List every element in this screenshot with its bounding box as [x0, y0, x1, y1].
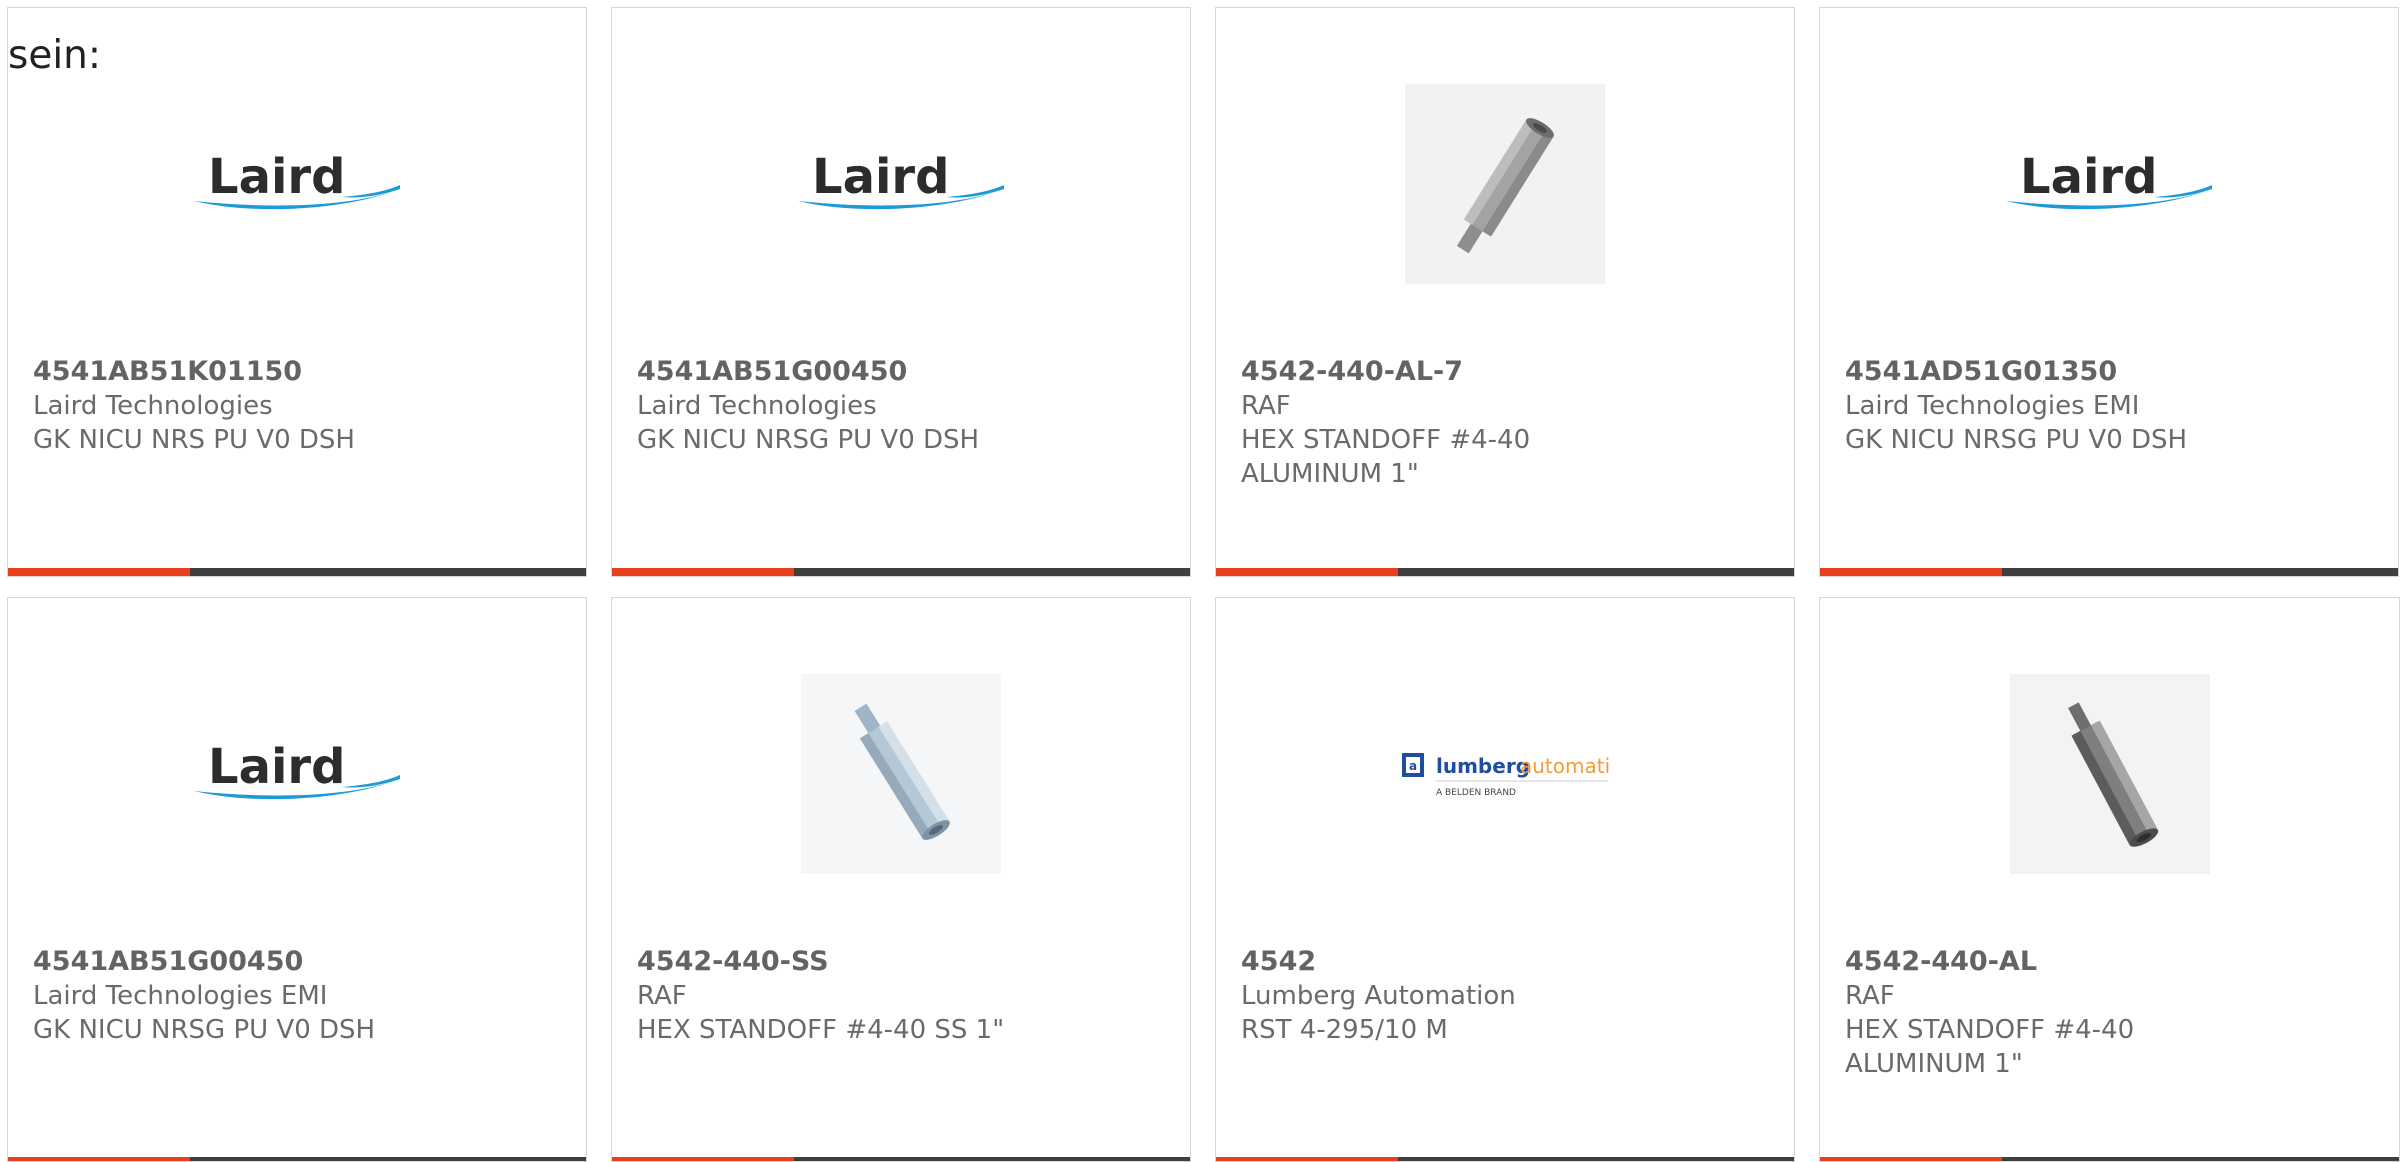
description: HEX STANDOFF #4-40 — [1241, 425, 1531, 455]
product-card[interactable]: 4542-440-AL-7 RAF HEX STANDOFF #4-40 ALU… — [1215, 7, 1795, 577]
standoff-photo — [801, 674, 1001, 874]
laird-wordmark: Laird — [812, 149, 950, 205]
part-number: 4541AB51G00450 — [637, 356, 908, 387]
card-bar — [612, 568, 1190, 576]
laird-logo: Laird — [192, 739, 402, 809]
intro-text: sein: — [8, 33, 102, 78]
lumberg-word-a: lumberg — [1436, 754, 1530, 778]
product-card[interactable]: a lumberg automation A BELDEN BRAND 4542… — [1215, 597, 1795, 1162]
svg-text:a: a — [1409, 759, 1417, 773]
manufacturer: Laird Technologies EMI — [1845, 391, 2140, 421]
description: GK NICU NRSG PU V0 DSH — [1845, 425, 2188, 455]
card-bar — [8, 1157, 586, 1161]
product-image: Laird — [8, 672, 586, 876]
description: HEX STANDOFF #4-40 SS 1" — [637, 1015, 1005, 1045]
product-image: Laird — [612, 82, 1190, 286]
product-grid: Laird 4541AB51K01150 Laird Technologies … — [0, 0, 2400, 1162]
product-image: Laird — [1820, 82, 2398, 286]
lumberg-word-b: automation — [1520, 754, 1610, 778]
part-number: 4542-440-SS — [637, 946, 829, 977]
card-bar — [612, 1157, 1190, 1161]
lumberg-logo: a lumberg automation A BELDEN BRAND — [1400, 739, 1635, 809]
product-card[interactable]: Laird 4541AB51K01150 Laird Technologies … — [7, 7, 587, 577]
description: RST 4-295/10 M — [1241, 1015, 1448, 1045]
part-number: 4542-440-AL — [1845, 946, 2038, 977]
description-line-2: ALUMINUM 1" — [1241, 459, 1419, 489]
product-card[interactable]: Laird 4541AB51G00450 Laird Technologies … — [611, 7, 1191, 577]
description: GK NICU NRSG PU V0 DSH — [33, 1015, 376, 1045]
part-number: 4541AD51G01350 — [1845, 356, 2118, 387]
part-number: 4542-440-AL-7 — [1241, 356, 1464, 387]
card-bar — [1820, 1157, 2399, 1161]
part-number: 4542 — [1241, 946, 1317, 977]
product-image — [612, 672, 1190, 876]
product-card[interactable]: 4542-440-AL RAF HEX STANDOFF #4-40 ALUMI… — [1819, 597, 2400, 1162]
product-image — [1820, 672, 2399, 876]
card-bar — [1820, 568, 2398, 576]
product-card[interactable]: Laird 4541AB51G00450 Laird Technologies … — [7, 597, 587, 1162]
product-card[interactable]: Laird 4541AD51G01350 Laird Technologies … — [1819, 7, 2399, 577]
laird-wordmark: Laird — [208, 149, 346, 205]
card-bar — [8, 568, 586, 576]
manufacturer: Lumberg Automation — [1241, 981, 1516, 1011]
manufacturer: Laird Technologies — [33, 391, 273, 421]
description: GK NICU NRS PU V0 DSH — [33, 425, 355, 455]
laird-logo: Laird — [192, 149, 402, 219]
laird-wordmark: Laird — [208, 739, 346, 795]
laird-wordmark: Laird — [2020, 149, 2158, 205]
standoff-photo — [1405, 84, 1605, 284]
manufacturer: Laird Technologies EMI — [33, 981, 328, 1011]
lumberg-tagline: A BELDEN BRAND — [1436, 788, 1516, 798]
description: HEX STANDOFF #4-40 — [1845, 1015, 2135, 1045]
product-image: Laird — [8, 82, 586, 286]
laird-logo: Laird — [2004, 149, 2214, 219]
description-line-2: ALUMINUM 1" — [1845, 1049, 2023, 1079]
part-number: 4541AB51G00450 — [33, 946, 304, 977]
product-card[interactable]: 4542-440-SS RAF HEX STANDOFF #4-40 SS 1" — [611, 597, 1191, 1162]
card-bar — [1216, 568, 1794, 576]
card-bar — [1216, 1157, 1794, 1161]
laird-logo: Laird — [796, 149, 1006, 219]
part-number: 4541AB51K01150 — [33, 356, 303, 387]
description: GK NICU NRSG PU V0 DSH — [637, 425, 980, 455]
manufacturer: RAF — [1845, 981, 1895, 1011]
manufacturer: Laird Technologies — [637, 391, 877, 421]
standoff-photo — [2009, 674, 2210, 874]
manufacturer: RAF — [637, 981, 687, 1011]
product-image — [1216, 82, 1794, 286]
product-image: a lumberg automation A BELDEN BRAND — [1216, 672, 1794, 876]
manufacturer: RAF — [1241, 391, 1291, 421]
